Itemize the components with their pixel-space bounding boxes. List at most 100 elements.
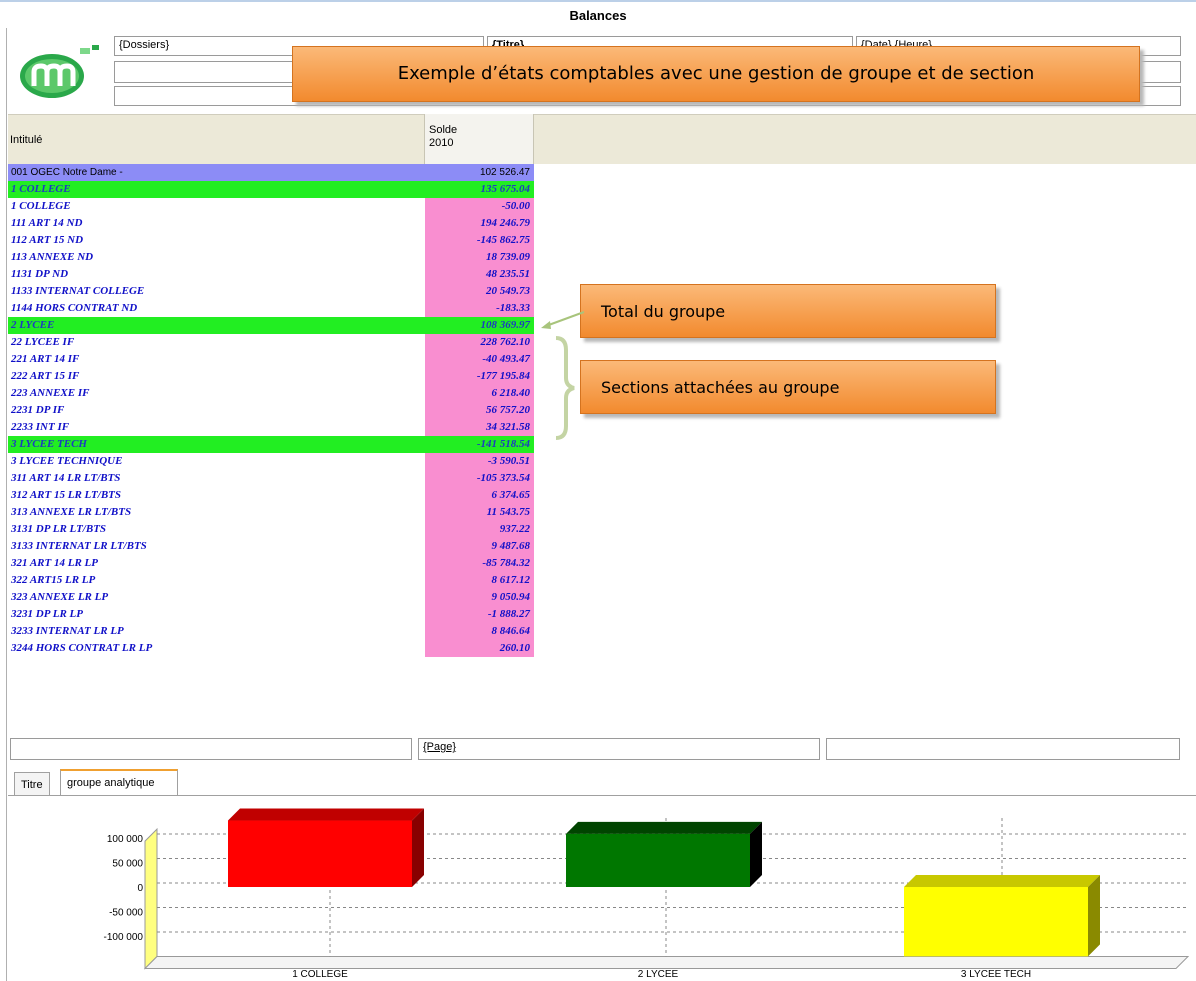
row-intitule: 223 ANNEXE IF [11,387,90,399]
row-solde: -1 888.27 [425,606,534,623]
table-row[interactable]: 112 ART 15 ND -145 862.75 [8,232,534,249]
footer-page-field[interactable]: {Page} [418,738,820,760]
chart-y-tick: -50 000 [109,908,143,919]
table-row[interactable]: 311 ART 14 LR LT/BTS -105 373.54 [8,470,534,487]
column-header-intitule[interactable]: Intitulé [10,134,42,146]
table-row[interactable]: 2233 INT IF 34 321.58 [8,419,534,436]
group-total-row[interactable]: 3 LYCEE TECH -141 518.54 [8,436,534,453]
chart-bar [566,833,750,887]
chart-y-tick: 50 000 [112,859,143,870]
row-intitule: 312 ART 15 LR LT/BTS [11,489,122,501]
row-intitule: 111 ART 14 ND [11,217,83,229]
row-solde: 228 762.10 [425,334,534,351]
row-solde: 9 487.68 [425,538,534,555]
row-intitule: 322 ART15 LR LP [11,574,96,586]
row-intitule: 1144 HORS CONTRAT ND [11,302,138,314]
chart-y-tick: 100 000 [107,834,144,845]
row-intitule: 113 ANNEXE ND [11,251,94,263]
table-row[interactable]: 2231 DP IF 56 757.20 [8,402,534,419]
row-intitule: 3233 INTERNAT LR LP [11,625,124,637]
table-row[interactable]: 3233 INTERNAT LR LP 8 846.64 [8,623,534,640]
row-intitule: 22 LYCEE IF [11,336,75,348]
chart-bar [904,887,1088,957]
row-intitule: 221 ART 14 IF [11,353,80,365]
row-solde: -183.33 [425,300,534,317]
total-callout-text: Total du groupe [601,302,726,321]
footer-right-field[interactable] [826,738,1180,760]
total-callout-arrow [541,311,585,329]
row-intitule: 313 ANNEXE LR LT/BTS [11,506,132,518]
chart-bar [228,820,412,887]
chart-bar-top [566,821,762,834]
table-row[interactable]: 1144 HORS CONTRAT ND -183.33 [8,300,534,317]
table-row[interactable]: 3 LYCEE TECHNIQUE -3 590.51 [8,453,534,470]
row-solde: -40 493.47 [425,351,534,368]
sections-brace-icon [555,336,575,440]
row-solde: 937.22 [425,521,534,538]
row-intitule: 311 ART 14 LR LT/BTS [11,472,121,484]
table-header-bar [8,114,1196,164]
table-row[interactable]: 3231 DP LR LP -1 888.27 [8,606,534,623]
row-intitule: 1 COLLEGE [11,200,71,212]
row-solde: -50.00 [425,198,534,215]
chart-y-tick: 0 [137,883,143,894]
main-callout: Exemple d’états comptables avec une gest… [292,46,1140,102]
footer-left-field[interactable] [10,738,412,760]
table-row[interactable]: 1 COLLEGE -50.00 [8,198,534,215]
row-solde: -141 518.54 [425,436,534,453]
row-solde: -85 784.32 [425,555,534,572]
group-total-row[interactable]: 1 COLLEGE 135 675.04 [8,181,534,198]
row-intitule: 1133 INTERNAT COLLEGE [11,285,145,297]
row-solde: 135 675.04 [425,181,534,198]
row-intitule: 112 ART 15 ND [11,234,84,246]
table-row[interactable]: 113 ANNEXE ND 18 739.09 [8,249,534,266]
sections-callout: Sections attachées au groupe [580,360,996,414]
row-solde: 8 617.12 [425,572,534,589]
chart-x-tick: 1 COLLEGE [292,969,348,980]
row-intitule: 222 ART 15 IF [11,370,80,382]
row-intitule: 2231 DP IF [11,404,65,416]
column-header-solde[interactable]: Solde 2010 [424,114,534,164]
row-solde: 48 235.51 [425,266,534,283]
table-row[interactable]: 3244 HORS CONTRAT LR LP 260.10 [8,640,534,657]
left-border [6,28,7,981]
table-row[interactable]: 001 OGEC Notre Dame -102 526.47 [8,164,534,181]
table-row[interactable]: 22 LYCEE IF 228 762.10 [8,334,534,351]
table-row[interactable]: 222 ART 15 IF -177 195.84 [8,368,534,385]
row-solde: 8 846.64 [425,623,534,640]
row-solde: -105 373.54 [425,470,534,487]
row-solde: 6 218.40 [425,385,534,402]
total-callout: Total du groupe [580,284,996,338]
table-row[interactable]: 1131 DP ND 48 235.51 [8,266,534,283]
table-row[interactable]: 321 ART 14 LR LP -85 784.32 [8,555,534,572]
row-solde: -145 862.75 [425,232,534,249]
table-row[interactable]: 323 ANNEXE LR LP 9 050.94 [8,589,534,606]
row-intitule: 3131 DP LR LT/BTS [11,523,107,535]
group-total-row[interactable]: 2 LYCEE 108 369.97 [8,317,534,334]
row-solde: 9 050.94 [425,589,534,606]
table-row[interactable]: 3131 DP LR LT/BTS 937.22 [8,521,534,538]
row-intitule: 3 LYCEE TECH [8,436,428,453]
row-solde: 34 321.58 [425,419,534,436]
table-row[interactable]: 312 ART 15 LR LT/BTS 6 374.65 [8,487,534,504]
chart-bar-top [904,875,1100,887]
table-row[interactable]: 3133 INTERNAT LR LT/BTS 9 487.68 [8,538,534,555]
row-solde: 6 374.65 [425,487,534,504]
row-solde: 108 369.97 [425,317,534,334]
tab-groupe-analytique[interactable]: groupe analytique [60,769,178,795]
tab-titre[interactable]: Titre [14,772,50,795]
table-row[interactable]: 111 ART 14 ND 194 246.79 [8,215,534,232]
table-row[interactable]: 1133 INTERNAT COLLEGE 20 549.73 [8,283,534,300]
table-row[interactable]: 221 ART 14 IF -40 493.47 [8,351,534,368]
row-intitule: 2 LYCEE [8,317,428,334]
main-callout-text: Exemple d’états comptables avec une gest… [397,63,1035,84]
table-row[interactable]: 223 ANNEXE IF 6 218.40 [8,385,534,402]
table-row[interactable]: 322 ART15 LR LP 8 617.12 [8,572,534,589]
row-intitule: 1131 DP ND [11,268,69,280]
app-logo [14,44,104,100]
chart-floor [143,956,1190,969]
row-intitule: 3 LYCEE TECHNIQUE [11,455,123,467]
row-solde: 18 739.09 [425,249,534,266]
table-row[interactable]: 313 ANNEXE LR LT/BTS 11 543.75 [8,504,534,521]
solde-label: Solde [429,124,458,136]
